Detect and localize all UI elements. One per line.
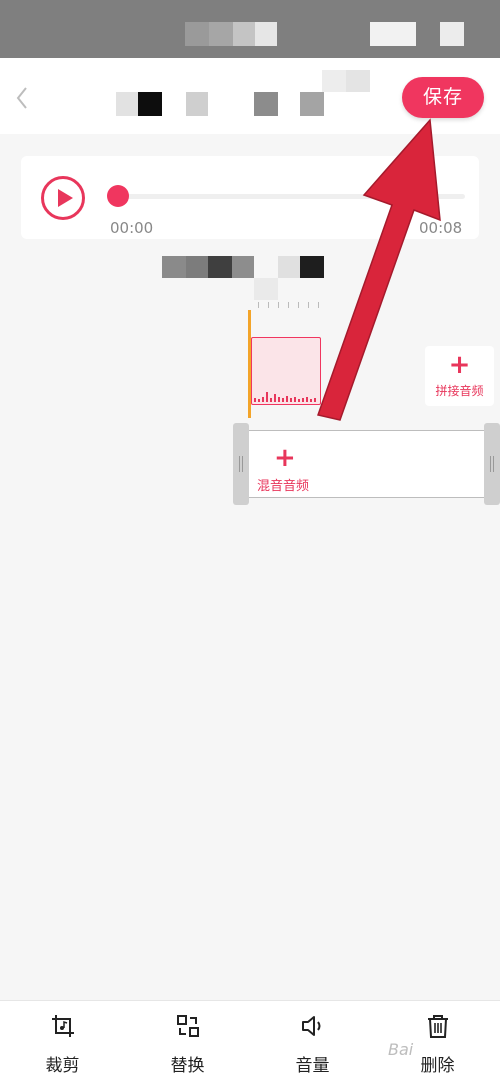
save-button[interactable]: 保存 [402,77,484,118]
watermark: Bai [388,1040,414,1059]
title-mosaic [186,92,208,116]
waveform [254,392,316,402]
clip-title-mosaic [254,278,278,300]
volume-label: 音量 [295,1056,330,1076]
mix-audio-area[interactable]: + 混音音频 [249,430,485,498]
back-icon[interactable] [10,84,34,112]
volume-icon [302,1016,321,1036]
replace-icon [177,1015,199,1037]
playhead[interactable] [248,310,251,418]
title-mosaic [300,92,324,116]
player-card: 00:00 00:08 [21,156,479,239]
timeline-ruler [254,302,324,310]
status-bar [0,0,500,58]
mosaic-block [370,22,416,46]
title-mosaic [116,92,138,116]
replace-label: 替换 [170,1056,205,1076]
audio-clip[interactable] [251,337,321,405]
replace-button[interactable]: 替换 [125,1001,250,1084]
clip-title-mosaic [208,256,232,278]
mosaic-block [440,22,464,46]
total-time: 00:08 [419,219,463,237]
left-trim-handle[interactable] [233,423,249,505]
title-mosaic [346,70,370,92]
clip-title-mosaic [278,256,300,278]
append-audio-button[interactable]: + 拼接音频 [425,346,494,406]
mix-audio-label: 混音音频 [257,479,310,494]
progress-track[interactable] [117,194,465,199]
current-time: 00:00 [110,219,154,237]
clip-title-mosaic [300,256,324,278]
plus-icon: + [274,443,296,473]
play-icon [58,189,73,207]
title-mosaic [138,92,162,116]
mosaic-block [185,22,209,46]
mosaic-block [233,22,255,46]
title-mosaic [322,70,346,92]
mosaic-block [255,22,277,46]
clip-title-mosaic [186,256,208,278]
clip-title-mosaic [232,256,254,278]
plus-icon: + [448,350,471,380]
crop-button[interactable]: 裁剪 [0,1001,125,1084]
right-trim-handle[interactable] [484,423,500,505]
crop-label: 裁剪 [45,1056,80,1076]
append-audio-label: 拼接音频 [435,384,484,398]
mix-audio-track: + 混音音频 [233,423,500,505]
progress-knob[interactable] [107,185,129,207]
play-button[interactable] [41,176,85,220]
title-mosaic [254,92,278,116]
mix-audio-button[interactable]: + 混音音频 [257,445,309,494]
trash-icon [428,1015,448,1038]
bottom-toolbar: 裁剪 替换 音量 删除 [0,1000,500,1084]
crop-icon [52,1015,74,1037]
mosaic-block [209,22,233,46]
volume-button[interactable]: 音量 [250,1001,375,1084]
clip-title-mosaic [162,256,186,278]
